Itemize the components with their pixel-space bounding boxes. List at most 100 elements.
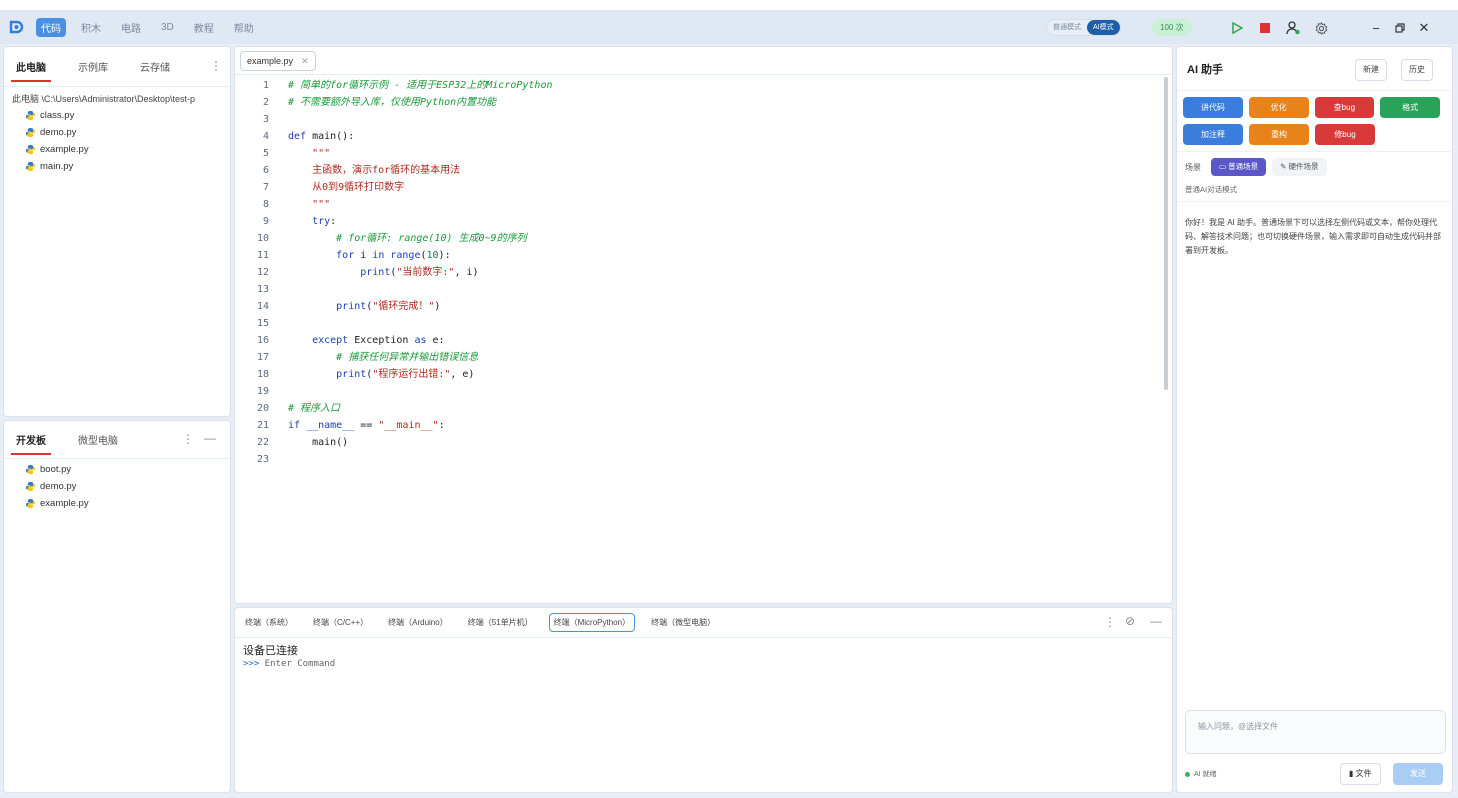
- terminal-tab[interactable]: 终端（系统）: [241, 614, 297, 631]
- run-icon[interactable]: [1228, 19, 1246, 37]
- code-line[interactable]: 8 """: [235, 196, 1165, 213]
- file-name: demo.py: [40, 127, 77, 138]
- code-line[interactable]: 14 print("循环完成！"): [235, 298, 1165, 315]
- terminal-tab[interactable]: 终端（MicroPython）: [548, 613, 636, 632]
- ai-action-button[interactable]: 格式: [1380, 97, 1440, 118]
- tab-examples[interactable]: 示例库: [76, 49, 110, 84]
- terminal-tab[interactable]: 终端（C/C++）: [309, 614, 372, 631]
- terminal-tab[interactable]: 终端（Arduino）: [384, 614, 452, 631]
- ai-action-button[interactable]: 修bug: [1315, 124, 1375, 145]
- code-text: if __name__ == "__main__":: [269, 417, 445, 434]
- board-tabs: 开发板 微型电脑 ⋮ —: [4, 421, 230, 459]
- ai-action-button[interactable]: 查bug: [1314, 97, 1375, 118]
- history-button[interactable]: 历史: [1401, 59, 1433, 81]
- file-item[interactable]: demo.py: [4, 124, 230, 141]
- more-options-icon[interactable]: ⋮: [210, 59, 222, 73]
- code-line[interactable]: 12 print("当前数字:", i): [235, 264, 1165, 281]
- ai-action-button[interactable]: 优化: [1248, 97, 1309, 118]
- more-options-icon[interactable]: ⋮: [1104, 615, 1116, 629]
- code-line[interactable]: 15: [235, 315, 1165, 332]
- menu-item-5[interactable]: 帮助: [229, 18, 259, 37]
- tab-this-pc[interactable]: 此电脑: [11, 49, 51, 84]
- code-line[interactable]: 13: [235, 281, 1165, 298]
- code-text: 从0到9循环打印数字: [269, 179, 404, 196]
- code-token: 主函数，演示for循环的基本用法: [288, 165, 461, 176]
- code-token: ==: [354, 420, 379, 431]
- code-line[interactable]: 22 main(): [235, 434, 1165, 451]
- clear-icon[interactable]: ⊘: [1125, 614, 1135, 628]
- code-token: except: [288, 335, 349, 346]
- ai-mode-button[interactable]: AI模式: [1087, 20, 1120, 35]
- collapse-icon[interactable]: —: [204, 431, 216, 445]
- file-item[interactable]: example.py: [4, 141, 230, 158]
- close-tab-icon[interactable]: ✕: [301, 52, 309, 70]
- ai-status: AI 就绪: [1194, 771, 1217, 778]
- code-line[interactable]: 2 # 不需要额外导入库，仅使用Python内置功能: [235, 94, 1165, 111]
- file-item[interactable]: demo.py: [4, 478, 230, 495]
- code-line[interactable]: 11 for i in range(10):: [235, 247, 1165, 264]
- file-item[interactable]: example.py: [4, 495, 230, 512]
- file-item[interactable]: boot.py: [4, 461, 230, 478]
- normal-scene-button[interactable]: ▭ 普通场景: [1211, 158, 1267, 176]
- hardware-scene-button[interactable]: ✎ 硬件场景: [1272, 158, 1327, 176]
- send-button[interactable]: 发送: [1393, 763, 1443, 785]
- user-connect-icon[interactable]: [1284, 19, 1302, 37]
- code-line[interactable]: 18 print("程序运行出错:", e): [235, 366, 1165, 383]
- restore-icon[interactable]: [1388, 19, 1412, 37]
- terminal-tab[interactable]: 终端（51单片机）: [464, 614, 537, 631]
- code-text: main(): [269, 434, 348, 451]
- normal-mode-button[interactable]: 普通模式: [1047, 20, 1087, 35]
- code-line[interactable]: 19: [235, 383, 1165, 400]
- collapse-icon[interactable]: —: [1150, 614, 1162, 628]
- file-item[interactable]: class.py: [4, 107, 230, 124]
- terminal-command-line[interactable]: >>> Enter Command: [243, 659, 1164, 669]
- code-line[interactable]: 21 if __name__ == "__main__":: [235, 417, 1165, 434]
- code-token: ): [434, 301, 441, 312]
- editor-scrollbar[interactable]: [1164, 77, 1168, 390]
- attach-file-button[interactable]: ▮ 文件: [1340, 763, 1381, 785]
- menu-item-4[interactable]: 教程: [189, 18, 219, 37]
- ai-question-input[interactable]: 输入问题，@选择文件: [1185, 710, 1446, 754]
- code-area[interactable]: 1 # 简单的for循环示例 - 适用于ESP32上的MicroPython 2 # …: [235, 77, 1165, 468]
- menu-item-2[interactable]: 电路: [116, 18, 146, 37]
- menu-item-3[interactable]: 3D: [156, 20, 179, 35]
- tab-dev-board[interactable]: 开发板: [11, 422, 51, 457]
- code-line[interactable]: 17 # 捕获任何异常并输出错误信息: [235, 349, 1165, 366]
- code-line[interactable]: 5 """: [235, 145, 1165, 162]
- more-options-icon[interactable]: ⋮: [182, 432, 194, 446]
- line-number: 17: [256, 352, 269, 363]
- settings-icon[interactable]: [1312, 19, 1330, 37]
- editor-tab-label: example.py: [247, 55, 294, 66]
- code-line[interactable]: 3: [235, 111, 1165, 128]
- terminal-tab[interactable]: 终端（微型电脑）: [647, 614, 719, 631]
- code-line[interactable]: 1 # 简单的for循环示例 - 适用于ESP32上的MicroPython: [235, 77, 1165, 94]
- file-item[interactable]: main.py: [4, 158, 230, 175]
- code-line[interactable]: 10 # for循环: range(10) 生成0~9的序列: [235, 230, 1165, 247]
- close-icon[interactable]: ✕: [1412, 19, 1436, 37]
- status-dot-icon: [1185, 771, 1190, 777]
- editor-file-tab[interactable]: example.py ✕: [240, 50, 316, 71]
- tab-micro-pc[interactable]: 微型电脑: [76, 422, 120, 457]
- code-line[interactable]: 6 主函数，演示for循环的基本用法: [235, 162, 1165, 179]
- ai-action-button[interactable]: 讲代码: [1183, 97, 1243, 118]
- code-line[interactable]: 23: [235, 451, 1165, 468]
- menu-item-0[interactable]: 代码: [36, 17, 66, 37]
- code-line[interactable]: 20 # 程序入口: [235, 400, 1165, 417]
- new-chat-button[interactable]: 新建: [1355, 59, 1387, 81]
- tab-cloud[interactable]: 云存储: [138, 49, 172, 84]
- line-number: 11: [256, 250, 269, 261]
- code-editor-panel: example.py ✕ 1 # 简单的for循环示例 - 适用于ESP32上的M…: [234, 46, 1173, 604]
- code-line[interactable]: 9 try:: [235, 213, 1165, 230]
- minimize-icon[interactable]: −: [1364, 19, 1388, 37]
- line-number: 3: [262, 114, 269, 125]
- code-text: print("当前数字:", i): [269, 264, 478, 281]
- ai-action-button[interactable]: 重构: [1249, 124, 1309, 145]
- code-token: :: [330, 216, 337, 227]
- code-line[interactable]: 16 except Exception as e:: [235, 332, 1165, 349]
- menu-item-1[interactable]: 积木: [76, 18, 106, 37]
- code-text: # 捕获任何异常并输出错误信息: [269, 349, 478, 366]
- code-line[interactable]: 7 从0到9循环打印数字: [235, 179, 1165, 196]
- stop-icon[interactable]: [1256, 19, 1274, 37]
- code-line[interactable]: 4 def main():: [235, 128, 1165, 145]
- ai-action-button[interactable]: 加注释: [1183, 124, 1243, 145]
